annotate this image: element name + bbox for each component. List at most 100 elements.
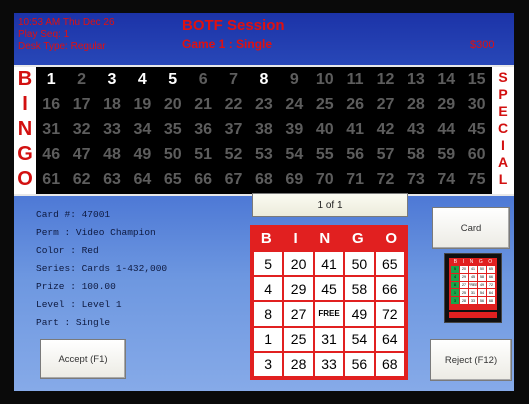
card-cell: 41 bbox=[314, 252, 344, 276]
reject-button[interactable]: Reject (F12) bbox=[430, 339, 512, 381]
perm-text: Perm : Video Champion bbox=[36, 227, 156, 238]
board-number: 17 bbox=[72, 96, 91, 113]
board-number: 23 bbox=[255, 96, 273, 113]
board-number: 36 bbox=[194, 121, 213, 138]
board-number: 15 bbox=[467, 71, 486, 88]
special-letter-s: S bbox=[498, 69, 508, 85]
board-number: 29 bbox=[437, 96, 456, 113]
card-grid: 5 20 41 50 65 4 29 45 58 66 8 27 FREE 49 72 1 25 31 54 64 3 2… bbox=[254, 252, 404, 376]
card-cell: 49 bbox=[345, 302, 374, 326]
card-cell: 33 bbox=[314, 352, 344, 376]
board-number: 66 bbox=[194, 171, 213, 188]
thumbnail-cell: 66 bbox=[487, 273, 495, 281]
thumbnail-cell: 58 bbox=[478, 273, 486, 281]
card-cell: 56 bbox=[345, 352, 374, 376]
accept-button[interactable]: Accept (F1) bbox=[40, 339, 126, 379]
thumbnail-cell: 31 bbox=[469, 289, 477, 297]
board-row: 16 17 18 19 20 21 22 23 24 25 26 27 28 29 30 bbox=[36, 92, 492, 117]
board-number: 46 bbox=[42, 146, 61, 163]
card-button[interactable]: Card bbox=[432, 207, 510, 249]
prize-text: Prize : 100.00 bbox=[36, 281, 116, 292]
called-numbers-board: B I N G O 1 2 3 4 5 6 7 8 9 10 11 12 13 14 15 16 17 18 19 2… bbox=[14, 65, 514, 196]
board-number: 12 bbox=[376, 71, 395, 88]
thumbnail-cell: 5 bbox=[451, 266, 459, 273]
board-number: 61 bbox=[42, 171, 61, 188]
color-text: Color : Red bbox=[36, 245, 99, 256]
thumb-header-i: I bbox=[462, 259, 465, 265]
board-row: 31 32 33 34 35 36 37 38 39 40 41 42 43 44 45 bbox=[36, 117, 492, 142]
card-thumbnail[interactable]: B I N G O 5 20 41 50 65 4 29 45 58 66 8 27 FREE 49 72 1… bbox=[444, 253, 502, 323]
card-cell: 65 bbox=[375, 252, 404, 276]
thumbnail-footer bbox=[449, 312, 497, 318]
board-number: 21 bbox=[194, 96, 213, 113]
board-number: 26 bbox=[346, 96, 364, 113]
card-cell: 8 bbox=[254, 302, 283, 326]
board-number: 9 bbox=[289, 71, 299, 88]
board-number: 31 bbox=[42, 121, 61, 138]
board-number: 42 bbox=[376, 121, 395, 138]
thumbnail-cell: 49 bbox=[478, 281, 486, 289]
board-number: 50 bbox=[163, 146, 182, 163]
thumbnail-cell: 41 bbox=[469, 266, 477, 273]
game-title: Game 1 : Single bbox=[182, 37, 273, 51]
board-number: 24 bbox=[285, 96, 304, 113]
board-letter-n: N bbox=[17, 118, 33, 140]
series-text: Series: Cards 1-432,000 bbox=[36, 263, 168, 274]
card-header-i: I bbox=[293, 230, 298, 247]
board-number: 22 bbox=[224, 96, 243, 113]
card-cell: 1 bbox=[254, 327, 283, 351]
board-number: 47 bbox=[72, 146, 91, 163]
card-cell: 50 bbox=[345, 252, 374, 276]
card-button-label: Card bbox=[460, 222, 482, 234]
thumbnail-grid: 5 20 41 50 65 4 29 45 58 66 8 27 FREE 49 72 1 25 31 54 64 3 2… bbox=[451, 266, 495, 304]
board-number: 44 bbox=[437, 121, 456, 138]
card-number-text: Card #: 47001 bbox=[36, 209, 111, 220]
board-number: 58 bbox=[406, 146, 425, 163]
board-number: 2 bbox=[77, 71, 87, 88]
thumbnail-cell: 3 bbox=[451, 297, 459, 304]
board-number: 14 bbox=[437, 71, 456, 88]
thumb-header-o: O bbox=[488, 259, 493, 265]
board-number: 28 bbox=[406, 96, 425, 113]
special-letter-i: I bbox=[501, 137, 505, 153]
board-number: 55 bbox=[315, 146, 334, 163]
thumb-header-n: N bbox=[469, 259, 474, 265]
thumbnail-cell: 45 bbox=[469, 273, 477, 281]
thumbnail-cell: 50 bbox=[478, 266, 486, 273]
play-sequence-text: Play Seq: 1 bbox=[18, 29, 70, 40]
thumbnail-cell: 27 bbox=[460, 281, 468, 289]
board-letter-i: I bbox=[22, 93, 28, 115]
board-number: 56 bbox=[346, 146, 364, 163]
card-header: B I N G O bbox=[250, 229, 408, 249]
board-number: 33 bbox=[103, 121, 121, 138]
datetime-text: 10:53 AM Thu Dec 26 bbox=[18, 17, 115, 28]
board-number: 64 bbox=[133, 171, 152, 188]
board-number: 32 bbox=[72, 121, 91, 138]
free-space-cell: FREE bbox=[314, 302, 344, 326]
thumbnail-cell: 65 bbox=[487, 266, 495, 273]
board-number: 27 bbox=[376, 96, 395, 113]
board-number: 20 bbox=[163, 96, 182, 113]
bingo-letters-column: B I N G O bbox=[14, 67, 36, 194]
card-cell: 31 bbox=[314, 327, 344, 351]
card-cell: 45 bbox=[314, 277, 344, 301]
called-number: 1 bbox=[46, 71, 56, 88]
thumbnail-cell: 64 bbox=[487, 289, 495, 297]
bingo-screen: 10:53 AM Thu Dec 26 Play Seq: 1 Desk Typ… bbox=[14, 13, 514, 391]
special-letters-column: S P E C I A L bbox=[492, 67, 514, 194]
card-cell: 3 bbox=[254, 352, 283, 376]
thumbnail-cell: 29 bbox=[460, 273, 468, 281]
board-number: 18 bbox=[103, 96, 121, 113]
board-row: 46 47 48 49 50 51 52 53 54 55 56 57 58 59 60 bbox=[36, 142, 492, 167]
board-number: 30 bbox=[467, 96, 486, 113]
thumbnail-cell: 72 bbox=[487, 281, 495, 289]
card-cell: 28 bbox=[284, 352, 313, 376]
called-number: 3 bbox=[107, 71, 117, 88]
board-letter-b: B bbox=[17, 68, 33, 90]
board-number: 48 bbox=[103, 146, 121, 163]
card-cell: 25 bbox=[284, 327, 313, 351]
board-number: 43 bbox=[406, 121, 425, 138]
board-number: 65 bbox=[163, 171, 182, 188]
board-number: 35 bbox=[163, 121, 182, 138]
card-header-n: N bbox=[319, 230, 331, 247]
